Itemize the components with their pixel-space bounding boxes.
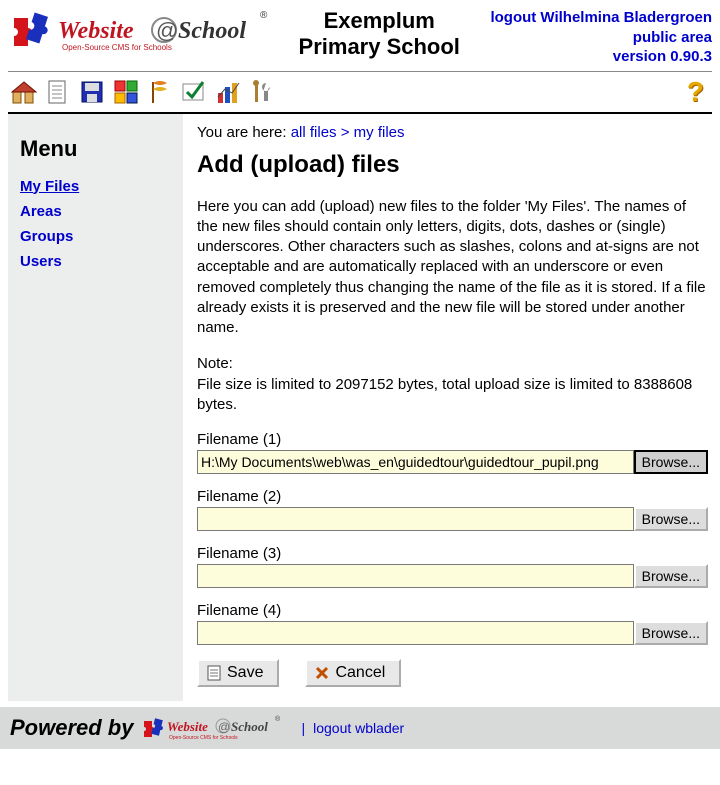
save-icon[interactable] <box>78 78 106 106</box>
school-name-line2: Primary School <box>268 34 490 60</box>
browse-button-2[interactable]: Browse... <box>634 507 708 531</box>
sidebar-item-groups[interactable]: Groups <box>20 228 171 245</box>
svg-text:Open-Source CMS for Schools: Open-Source CMS for Schools <box>62 43 172 52</box>
svg-text:Open-Source CMS for Schools: Open-Source CMS for Schools <box>169 735 238 741</box>
page-title: Add (upload) files <box>197 151 708 179</box>
file-label-3: Filename (3) <box>197 545 708 562</box>
note-text: File size is limited to 2097152 bytes, t… <box>197 376 692 413</box>
svg-text:@: @ <box>218 720 230 734</box>
check-icon[interactable] <box>180 78 208 106</box>
note-block: Note: File size is limited to 2097152 by… <box>197 354 708 415</box>
footer-logo-icon[interactable]: Website @ School ® Open-Source CMS for S… <box>141 715 281 741</box>
file-field-3: Filename (3) Browse... <box>197 545 708 588</box>
breadcrumb-prefix: You are here: <box>197 124 291 141</box>
powered-by-label: Powered by <box>10 715 133 741</box>
file-field-4: Filename (4) Browse... <box>197 602 708 645</box>
svg-text:@: @ <box>156 18 178 43</box>
header: Website @ School ® Open-Source CMS for S… <box>8 6 712 71</box>
save-button[interactable]: Save <box>197 659 279 687</box>
footer-sep: | <box>301 720 305 736</box>
page-icon[interactable] <box>44 78 72 106</box>
version-label: version 0.90.3 <box>490 47 712 67</box>
svg-text:®: ® <box>260 10 268 21</box>
school-title: Exemplum Primary School <box>268 8 490 60</box>
sidebar-title: Menu <box>20 136 171 162</box>
intro-paragraph: Here you can add (upload) new files to t… <box>197 197 708 339</box>
main-content: You are here: all files > my files Add (… <box>183 114 712 702</box>
file-input-3[interactable] <box>197 564 634 588</box>
breadcrumb: You are here: all files > my files <box>197 124 708 141</box>
file-input-2[interactable] <box>197 507 634 531</box>
breadcrumb-sep: > <box>341 124 354 141</box>
save-doc-icon <box>207 665 221 681</box>
file-input-1[interactable] <box>197 450 634 474</box>
file-field-1: Filename (1) Browse... <box>197 431 708 474</box>
file-label-4: Filename (4) <box>197 602 708 619</box>
browse-button-3[interactable]: Browse... <box>634 564 708 588</box>
svg-text:Website: Website <box>167 719 208 734</box>
sidebar-item-my-files[interactable]: My Files <box>20 178 171 195</box>
save-label: Save <box>227 664 263 682</box>
flag-icon[interactable] <box>146 78 174 106</box>
help-icon[interactable]: ? <box>687 76 710 108</box>
breadcrumb-all-files[interactable]: all files <box>291 124 337 141</box>
file-input-4[interactable] <box>197 621 634 645</box>
breadcrumb-my-files[interactable]: my files <box>354 124 405 141</box>
svg-text:®: ® <box>275 715 281 723</box>
cancel-button[interactable]: Cancel <box>305 659 401 687</box>
footer: Powered by Website @ School ® Open-Sourc… <box>0 707 720 749</box>
sidebar: Menu My Files Areas Groups Users <box>8 114 183 702</box>
tools-icon[interactable] <box>248 78 276 106</box>
sidebar-item-areas[interactable]: Areas <box>20 203 171 220</box>
sidebar-item-users[interactable]: Users <box>20 253 171 270</box>
browse-button-1[interactable]: Browse... <box>634 450 708 474</box>
public-area-link[interactable]: public area <box>490 28 712 48</box>
svg-text:Website: Website <box>58 18 134 44</box>
header-right: logout Wilhelmina Bladergroen public are… <box>490 8 712 67</box>
footer-logout-link[interactable]: logout wblader <box>313 720 404 736</box>
action-row: Save Cancel <box>197 659 708 687</box>
stats-icon[interactable] <box>214 78 242 106</box>
toolbar: ? <box>8 71 712 114</box>
school-name-line1: Exemplum <box>268 8 490 34</box>
home-icon[interactable] <box>10 78 38 106</box>
note-label: Note: <box>197 355 233 372</box>
browse-button-4[interactable]: Browse... <box>634 621 708 645</box>
cancel-label: Cancel <box>335 664 385 682</box>
svg-text:School: School <box>231 719 268 734</box>
cancel-x-icon <box>315 666 329 680</box>
logo-icon: Website @ School ® Open-Source CMS for S… <box>8 8 268 56</box>
file-field-2: Filename (2) Browse... <box>197 488 708 531</box>
file-label-1: Filename (1) <box>197 431 708 448</box>
svg-text:School: School <box>178 18 246 44</box>
file-label-2: Filename (2) <box>197 488 708 505</box>
logout-link[interactable]: logout Wilhelmina Bladergroen <box>490 8 712 28</box>
logo[interactable]: Website @ School ® Open-Source CMS for S… <box>8 8 268 56</box>
modules-icon[interactable] <box>112 78 140 106</box>
